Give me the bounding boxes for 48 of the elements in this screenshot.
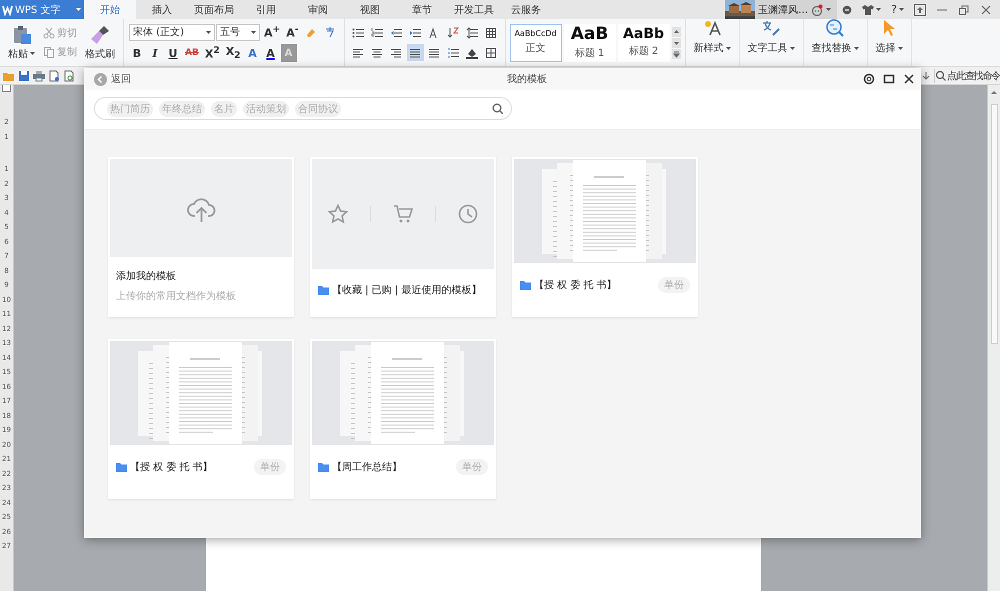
- format-button[interactable]: X$^{2}$: [202, 44, 222, 62]
- shrink-font-button[interactable]: A$^{-}$: [284, 23, 301, 41]
- ribbon-tab[interactable]: 页面布局: [188, 0, 240, 19]
- app-menu-button[interactable]: WPS 文字: [0, 0, 84, 19]
- ribbon-tab[interactable]: 视图: [344, 0, 396, 19]
- paste-button[interactable]: 粘贴: [5, 22, 38, 62]
- command-search-button[interactable]: 点此查找命令: [934, 68, 1000, 82]
- template-card[interactable]: 添加我的模板 上传你的常用文档作为模板: [108, 157, 294, 317]
- copy-type-label: 单份: [254, 459, 286, 475]
- ribbon-tool-button[interactable]: 新样式: [686, 19, 740, 66]
- template-card[interactable]: 【授 权 委 托 书】 单份: [512, 157, 698, 317]
- dialog-title: 我的模板: [506, 72, 548, 86]
- font-size-select[interactable]: 五号: [216, 24, 260, 40]
- ribbon-tab[interactable]: 引用: [240, 0, 292, 19]
- format-button[interactable]: B: [129, 44, 145, 62]
- ribbon-tab[interactable]: 云服务: [500, 0, 552, 19]
- card-subtitle: 上传你的常用文档作为模板: [116, 290, 237, 303]
- copy-type-label: 单份: [456, 459, 488, 475]
- format-button[interactable]: X$_{2}$: [224, 44, 243, 62]
- ribbon-tab[interactable]: 插入: [136, 0, 188, 19]
- card-label: 【收藏 | 已购 | 最近使用的模板】: [332, 284, 482, 297]
- style-preset[interactable]: AaB 标题 1: [564, 24, 616, 62]
- help-button[interactable]: ?: [886, 0, 909, 19]
- card-label: 【授 权 委 托 书】: [130, 460, 213, 474]
- copy-type-label: 单份: [658, 277, 690, 293]
- format-button[interactable]: AB: [183, 44, 201, 62]
- format-button[interactable]: A: [262, 44, 279, 62]
- template-card[interactable]: 【授 权 委 托 书】 单份: [108, 339, 294, 499]
- ribbon-tab[interactable]: 开发工具: [448, 0, 500, 19]
- ribbon-tool-button[interactable]: 文字工具: [740, 19, 804, 66]
- ribbon-tool-button[interactable]: 查找替换: [804, 19, 868, 66]
- ribbon-tab[interactable]: 开始: [84, 0, 136, 19]
- format-button[interactable]: A: [244, 44, 261, 62]
- ribbon-tool-button[interactable]: 选择: [868, 19, 912, 66]
- ribbon-tab[interactable]: 审阅: [292, 0, 344, 19]
- format-button[interactable]: I: [147, 44, 163, 62]
- card-label: 【授 权 委 托 书】: [534, 278, 617, 292]
- template-card[interactable]: 【周工作总结】 单份: [310, 339, 496, 499]
- format-painter-button[interactable]: 格式刷: [82, 22, 118, 62]
- card-title: 添加我的模板: [116, 270, 177, 283]
- grow-font-button[interactable]: A$^{+}$: [262, 23, 282, 41]
- format-button[interactable]: U: [165, 44, 181, 62]
- style-preset[interactable]: AaBbCcDd 正文: [510, 24, 562, 62]
- style-preset[interactable]: AaBb 标题 2: [618, 24, 670, 62]
- back-button[interactable]: 返回: [94, 72, 131, 86]
- ribbon-tab[interactable]: 章节: [396, 0, 448, 19]
- font-name-select[interactable]: 宋体 (正文): [129, 24, 215, 40]
- card-label: 【周工作总结】: [332, 460, 402, 474]
